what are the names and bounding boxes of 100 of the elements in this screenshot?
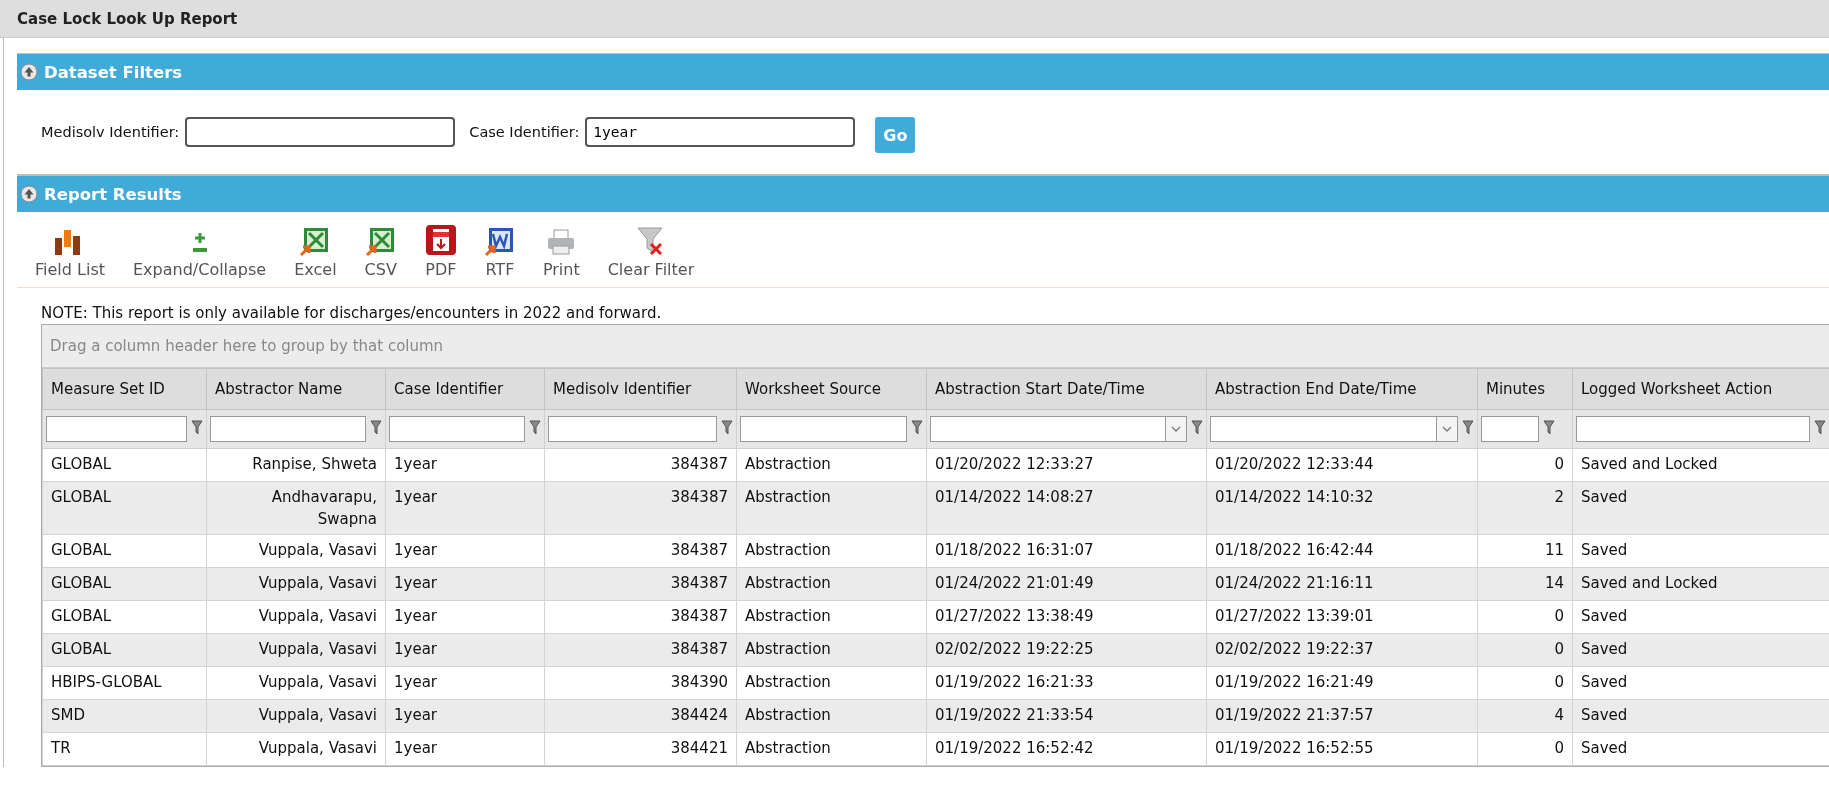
table-cell: 01/19/2022 21:33:54 (926, 699, 1207, 733)
table-cell: Abstraction (736, 534, 927, 568)
table-cell: 14 (1477, 567, 1573, 601)
field-label: Medisolv Identifier: (41, 124, 180, 140)
spreadsheet-icon (365, 226, 396, 256)
table-cell: Abstraction (736, 600, 927, 634)
date-filter-dropdown[interactable] (1210, 416, 1458, 442)
filter-icon[interactable] (1814, 420, 1826, 436)
printer-icon (546, 228, 577, 256)
document-icon (484, 226, 515, 256)
table-cell: Vuppala, Vasavi (206, 732, 386, 766)
filter-input[interactable] (46, 416, 187, 442)
column-header[interactable]: Abstractor Name (206, 368, 386, 410)
table-cell: GLOBAL (42, 567, 207, 601)
table-cell: Ranpise, Shweta (206, 448, 386, 482)
filter-icon[interactable] (1462, 420, 1474, 436)
filter-input[interactable] (1481, 416, 1539, 442)
table-cell: 01/18/2022 16:31:07 (926, 534, 1207, 568)
collapse-icon[interactable] (20, 63, 38, 81)
column-header[interactable]: Abstraction Start Date/Time (926, 368, 1207, 410)
table-cell: Abstraction (736, 699, 927, 733)
spreadsheet-icon (300, 226, 331, 256)
table-cell: SMD (42, 699, 207, 733)
filter-icon[interactable] (1191, 420, 1203, 436)
table-cell: 384387 (544, 633, 737, 667)
table-cell: 01/18/2022 16:42:44 (1206, 534, 1478, 568)
toolbar-button[interactable]: Excel (294, 226, 337, 279)
filter-icon[interactable] (1543, 420, 1555, 436)
table-cell: 01/14/2022 14:10:32 (1206, 481, 1478, 535)
column-header[interactable]: Worksheet Source (736, 368, 927, 410)
column-header[interactable]: Abstraction End Date/Time (1206, 368, 1478, 410)
toolbar-button[interactable]: Clear Filter (607, 226, 695, 279)
filter-icon[interactable] (370, 420, 382, 436)
table-cell: 384387 (544, 600, 737, 634)
table-cell: 01/24/2022 21:16:11 (1206, 567, 1478, 601)
toolbar-button[interactable]: Print (542, 228, 580, 279)
table-cell: 384390 (544, 666, 737, 700)
filter-icon[interactable] (721, 420, 733, 436)
table-cell: 02/02/2022 19:22:25 (926, 633, 1207, 667)
table-cell: GLOBAL (42, 534, 207, 568)
table-cell: 384387 (544, 481, 737, 535)
filter-icon[interactable] (911, 420, 923, 436)
column-header[interactable]: Minutes (1477, 368, 1573, 410)
filter-input[interactable] (548, 416, 717, 442)
column-header[interactable]: Medisolv Identifier (544, 368, 737, 410)
table-cell: 1year (385, 633, 545, 667)
clear-filter-icon (636, 226, 665, 256)
table-cell: 01/27/2022 13:39:01 (1206, 600, 1478, 634)
toolbar-button[interactable]: RTF (484, 226, 515, 279)
column-header[interactable]: Measure Set ID (42, 368, 207, 410)
toolbar-button[interactable]: Field List (35, 228, 105, 279)
column-header[interactable]: Logged Worksheet Action (1572, 368, 1829, 410)
table-cell: 1year (385, 666, 545, 700)
date-filter-dropdown[interactable] (930, 416, 1187, 442)
filter-icon[interactable] (529, 420, 541, 436)
table-cell: 0 (1477, 633, 1573, 667)
table-cell: 01/20/2022 12:33:27 (926, 448, 1207, 482)
toolbar-button[interactable]: PDF (424, 224, 457, 279)
table-cell: Vuppala, Vasavi (206, 534, 386, 568)
toolbar-button[interactable]: CSV (364, 226, 397, 279)
filter-icon[interactable] (191, 420, 203, 436)
table-cell: HBIPS-GLOBAL (42, 666, 207, 700)
table-cell: GLOBAL (42, 448, 207, 482)
table-cell: 384387 (544, 448, 737, 482)
table-cell: Abstraction (736, 666, 927, 700)
table-cell: Saved (1572, 633, 1829, 667)
table-cell: 4 (1477, 699, 1573, 733)
table-cell: Vuppala, Vasavi (206, 567, 386, 601)
table-cell: Abstraction (736, 448, 927, 482)
table-cell: 384424 (544, 699, 737, 733)
toolbar-button[interactable]: Expand/Collapse (133, 230, 267, 279)
filter-input[interactable] (210, 416, 366, 442)
table-cell: 0 (1477, 600, 1573, 634)
chevron-down-icon (1442, 425, 1452, 433)
collapse-icon[interactable] (20, 185, 38, 203)
table-cell: 1year (385, 600, 545, 634)
table-cell: Vuppala, Vasavi (206, 600, 386, 634)
table-cell: 01/19/2022 16:21:33 (926, 666, 1207, 700)
table-cell: Vuppala, Vasavi (206, 666, 386, 700)
table-cell: Andhavarapu, Swapna (206, 481, 386, 535)
table-cell: 01/19/2022 16:52:42 (926, 732, 1207, 766)
table-cell: Saved (1572, 481, 1829, 535)
column-header[interactable]: Case Identifier (385, 368, 545, 410)
table-cell: 0 (1477, 732, 1573, 766)
input-field[interactable] (185, 117, 456, 147)
table-cell: 2 (1477, 481, 1573, 535)
pdf-icon (424, 224, 457, 256)
table-cell: Saved and Locked (1572, 567, 1829, 601)
filter-input[interactable] (740, 416, 907, 442)
input-field[interactable]: 1year (585, 117, 856, 147)
page-title: Case Lock Look Up Report (17, 9, 238, 28)
table-cell: GLOBAL (42, 600, 207, 634)
table-cell: 1year (385, 567, 545, 601)
table-cell: GLOBAL (42, 633, 207, 667)
filter-input[interactable] (1576, 416, 1810, 442)
table-cell: 01/19/2022 16:52:55 (1206, 732, 1478, 766)
table-cell: 1year (385, 699, 545, 733)
table-cell: 01/20/2022 12:33:44 (1206, 448, 1478, 482)
filter-input[interactable] (389, 416, 525, 442)
table-cell: 11 (1477, 534, 1573, 568)
